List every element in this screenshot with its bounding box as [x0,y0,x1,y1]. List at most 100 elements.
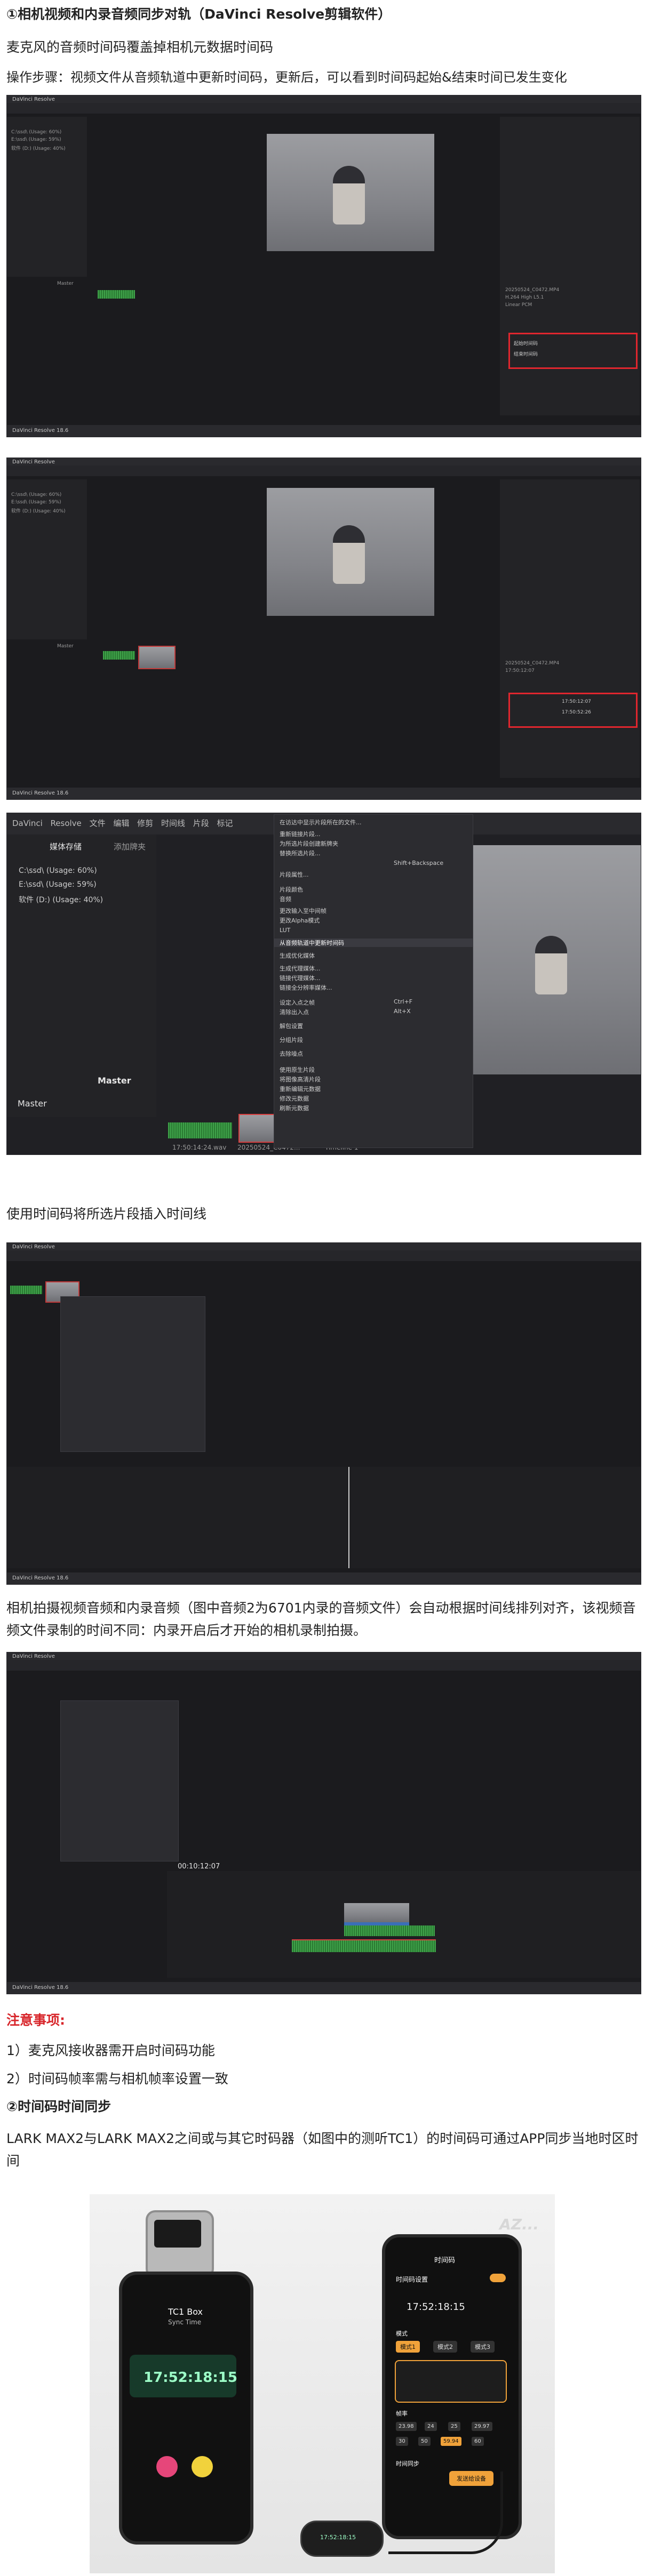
video-clip-thumb-2[interactable] [138,646,176,669]
bin-2b[interactable]: E:\ssd\ (Usage: 59%) [11,500,61,505]
ctx-item-3[interactable]: 替换所选片段... [280,849,321,857]
menu-2[interactable]: 编辑 [113,818,129,828]
timeline-video-clip[interactable] [344,1903,409,1925]
resolve-screenshot-2: DaVinci Resolve C:\ssd\ (Usage: 60%) E:\… [6,458,641,800]
ctx-item-4[interactable]: 片段属性... [280,870,309,879]
viewer-3 [471,845,641,1074]
ctx-item-23[interactable]: 修改元数据 [280,1094,309,1103]
left-phone-button-2[interactable] [192,2456,213,2477]
ctx-item-19[interactable]: 去除噪点 [280,1049,303,1058]
section-2-heading: ②时间码时间同步 [6,2099,112,2114]
ctx-item-14[interactable]: 链接全分辨率媒体... [280,983,332,992]
fps-2[interactable]: 25 [448,2422,460,2431]
menu-3[interactable]: 修剪 [137,818,153,828]
ctx-item-5[interactable]: 片段颜色 [280,885,303,894]
menu-6[interactable]: 标记 [217,818,233,828]
ctx-shortcut-3: Alt+X [394,1008,411,1015]
left-phone-button-1[interactable] [156,2456,178,2477]
app-title-5: DaVinci Resolve [12,1654,55,1659]
timeline-timecode: 00:10:12:07 [178,1863,220,1871]
timeline-audio-clip-2[interactable] [292,1939,436,1952]
new-bin-tab[interactable]: 添加牌夹 [114,841,146,852]
ctx-item-12[interactable]: 生成代理媒体... [280,964,321,973]
media-pool-tab[interactable]: 媒体存储 [50,841,82,852]
master-label-3b: Master [18,1098,47,1109]
menu-4[interactable]: 时间线 [161,818,185,828]
media-panel-2: C:\ssd\ (Usage: 60%) E:\ssd\ (Usage: 59%… [7,479,87,639]
bin-3[interactable]: 软件 (D:) (Usage: 40%) [11,145,66,151]
right-phone-opt-1[interactable]: 模式1 [396,2341,420,2353]
context-menu-4 [60,1296,205,1452]
menu-0[interactable]: DaVinci Resolve [12,818,82,828]
ctx-item-13[interactable]: 链接代理媒体... [280,974,321,982]
ctx-item-6[interactable]: 音频 [280,895,291,903]
tc-box-device [146,2210,214,2278]
context-menu-5 [60,1700,179,1861]
brand-label-4: DaVinci Resolve 18.6 [12,1575,69,1581]
bin-3c[interactable]: 软件 (D:) (Usage: 40%) [19,894,103,905]
ctx-item-22[interactable]: 重新编辑元数据 [280,1085,321,1093]
context-menu: 在访达中显示片段所在的文件... 重新链接片段... 为所选片段创建新牌夹 替换… [274,814,473,1148]
ctx-item-21[interactable]: 将图像高清片段 [280,1075,321,1084]
audio-clip-thumb-2[interactable] [103,651,135,660]
timeline-audio-clip-1[interactable] [344,1925,435,1936]
right-phone-opt-2[interactable]: 模式2 [433,2341,457,2353]
ctx-item-0[interactable]: 在访达中显示片段所在的文件... [280,818,362,826]
audio-clip-thumb[interactable] [98,290,135,299]
brand-label-2: DaVinci Resolve 18.6 [12,790,69,796]
clip-meta-b-1: 17:50:12:07 [505,668,535,673]
right-phone-time: 17:52:18:15 [407,2301,465,2313]
ctx-item-16[interactable]: 清除出入点 [280,1008,309,1016]
ctx-item-7[interactable]: 更改输入至中间帧 [280,906,327,915]
ctx-item-update-timecode[interactable]: 从音频轨道中更新时间码 [274,938,473,947]
caption-auto-align: 相机拍摄视频音频和内录音频（图中音频2为6701内录的音频文件）会自动根据时间线… [6,1600,636,1638]
resolve-screenshot-5: DaVinci Resolve 00:10:12:07 DaVinci Reso… [6,1652,641,1994]
audio-clip-thumb-4[interactable] [10,1286,42,1294]
fps-1[interactable]: 24 [425,2422,437,2431]
notes-heading: 注意事项: [6,2012,65,2028]
ctx-item-15[interactable]: 设定入点之帧 [280,998,315,1007]
person-figure [333,166,365,224]
brand-label: DaVinci Resolve 18.6 [12,428,69,434]
bin-1c[interactable]: C:\ssd\ (Usage: 60%) [19,866,97,875]
ctx-item-20[interactable]: 使用原生片段 [280,1065,315,1074]
right-phone-opt-3[interactable]: 模式3 [471,2341,495,2353]
audio-clip-thumb-3[interactable] [168,1122,232,1138]
start-tc-label: 起始时间码 [514,341,538,347]
fps-5[interactable]: 50 [418,2437,431,2446]
cable [388,2471,503,2554]
fps-6[interactable]: 59.94 [441,2437,461,2446]
menu-5[interactable]: 片段 [193,818,209,828]
ctx-item-11[interactable]: 生成优化媒体 [280,951,315,960]
ctx-item-2[interactable]: 为所选片段创建新牌夹 [280,839,338,848]
bin-1b[interactable]: C:\ssd\ (Usage: 60%) [11,492,61,497]
right-phone-toggle[interactable] [490,2274,506,2282]
ctx-item-18[interactable]: 分组片段 [280,1036,303,1044]
ctx-item-8[interactable]: 更改Alpha模式 [280,916,320,925]
bin-1[interactable]: C:\ssd\ (Usage: 60%) [11,130,61,135]
ctx-item-1[interactable]: 重新链接片段... [280,830,321,838]
fps-4[interactable]: 30 [396,2437,408,2446]
right-phone-sync-label: 时间同步 [396,2460,419,2467]
playhead[interactable] [348,1467,349,1568]
fps-3[interactable]: 29.97 [472,2422,492,2431]
bin-2[interactable]: E:\ssd\ (Usage: 59%) [11,137,61,142]
ctx-item-17[interactable]: 解包设置 [280,1022,303,1030]
app-title-4: DaVinci Resolve [12,1244,55,1250]
viewer [267,134,434,251]
timeline-area-4 [7,1467,641,1568]
clip-meta-2: Linear PCM [505,302,532,308]
bin-3b[interactable]: 软件 (D:) (Usage: 40%) [11,507,66,514]
menu-1[interactable]: 文件 [90,818,106,828]
brand-label-5: DaVinci Resolve 18.6 [12,1985,69,1991]
fps-7[interactable]: 60 [472,2437,484,2446]
end-tc-label: 结束时间码 [514,352,538,357]
section-1-heading: ①相机视频和内录音频同步对轨（DaVinci Resolve剪辑软件） [6,6,392,22]
ctx-item-9[interactable]: LUT [280,927,290,934]
bin-2c[interactable]: E:\ssd\ (Usage: 59%) [19,880,97,889]
ctx-item-24[interactable]: 刷新元数据 [280,1104,309,1112]
ctx-shortcut-2: Ctrl+F [394,998,413,1005]
resolve-screenshot-1: DaVinci Resolve C:\ssd\ (Usage: 60%) E:\… [6,95,641,437]
fps-0[interactable]: 23.98 [396,2422,417,2431]
inspector-2: 20250524_C0472.MP4 17:50:12:07 [500,479,640,778]
